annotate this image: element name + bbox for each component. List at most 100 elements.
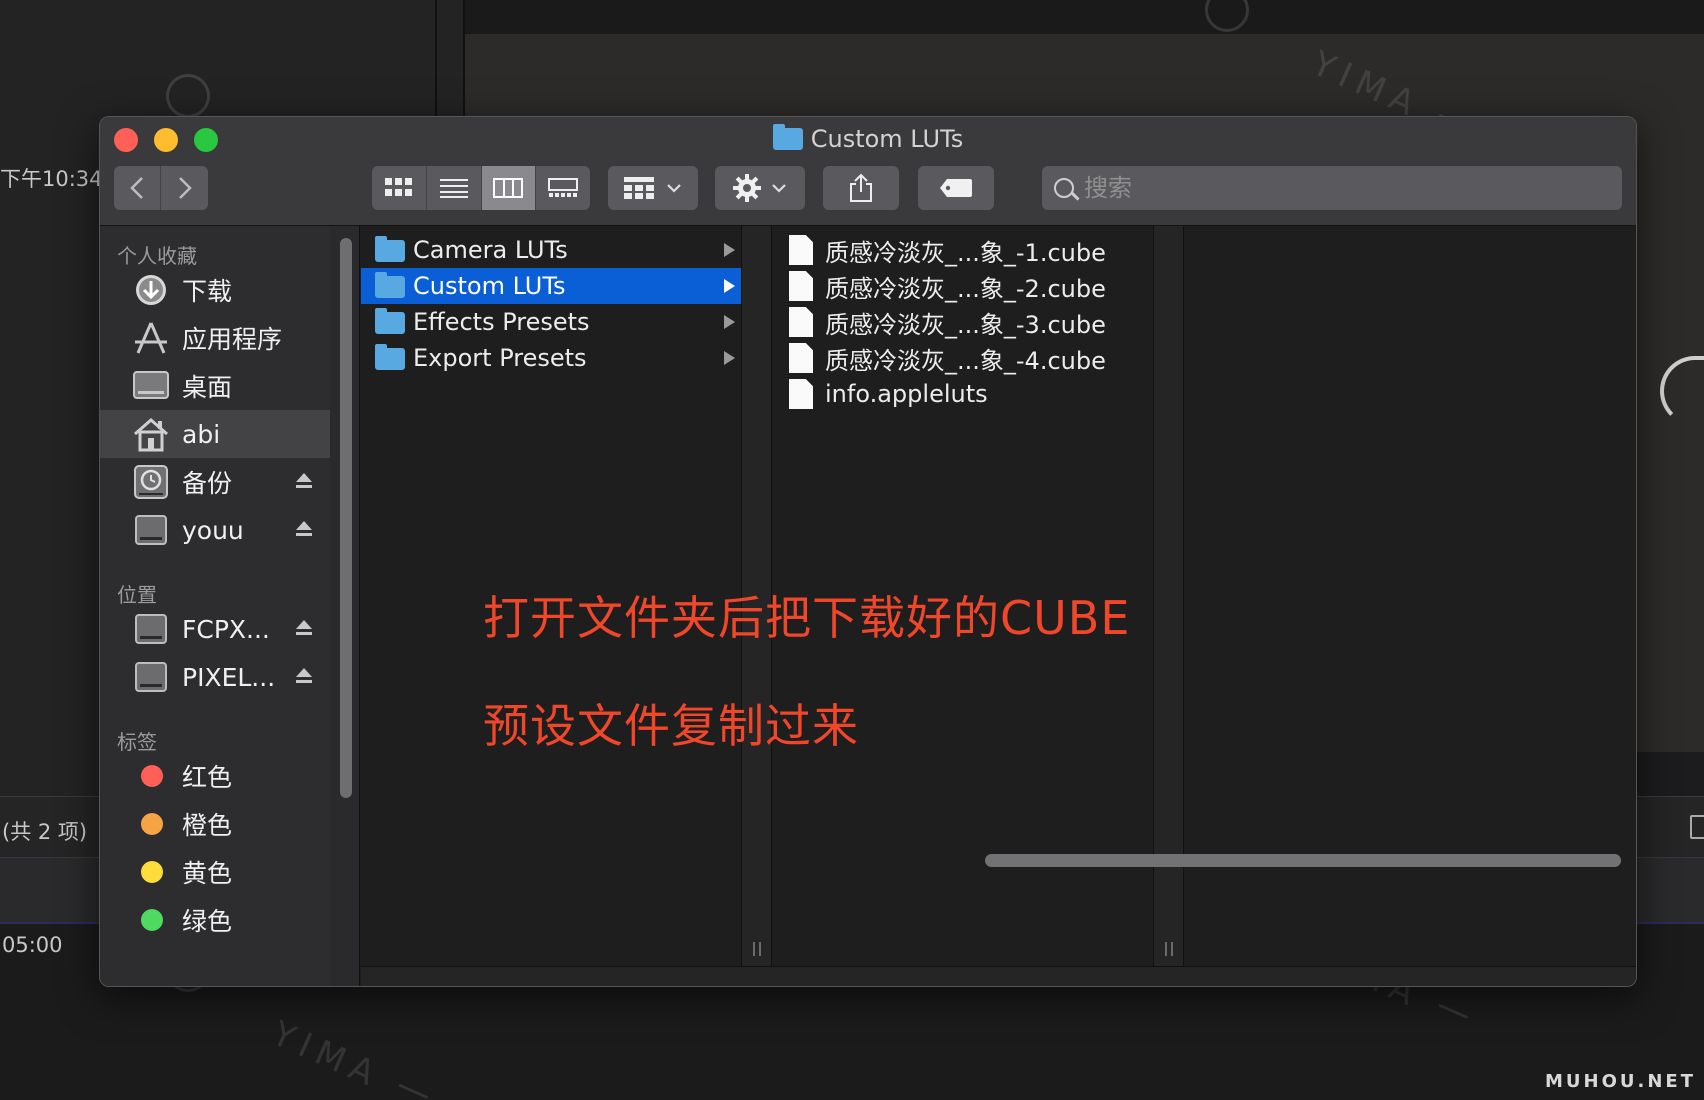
- file-icon: [789, 307, 813, 337]
- window-title: Custom LUTs: [100, 124, 1636, 153]
- list-icon: [439, 179, 468, 198]
- gallery-icon: [548, 178, 579, 197]
- action-button[interactable]: [715, 166, 805, 210]
- folder-row-custom-luts[interactable]: Custom LUTs: [361, 268, 741, 304]
- home-icon: [133, 416, 169, 452]
- site-watermark: MUHOU.NET: [1545, 1071, 1696, 1092]
- window-title-text: Custom LUTs: [810, 125, 964, 153]
- file-row[interactable]: 质感冷淡灰_...象_-1.cube: [773, 232, 1153, 268]
- disk-icon: [133, 659, 169, 695]
- search-field[interactable]: [1042, 166, 1622, 210]
- sidebar-item-label: PIXEL...: [182, 662, 276, 692]
- file-name: 质感冷淡灰_...象_-2.cube: [825, 274, 1106, 303]
- folder-icon: [375, 308, 405, 334]
- sidebar-section-tags: 标签: [117, 730, 157, 754]
- disclosure-arrow-icon: [724, 279, 735, 293]
- watermark-seal-icon: [166, 74, 210, 118]
- disk-icon: [133, 611, 169, 647]
- nav-buttons: [114, 166, 208, 210]
- chevron-down-icon: [667, 184, 681, 193]
- chevron-right-icon: [178, 177, 192, 199]
- sidebar-item-backup[interactable]: 备份: [100, 458, 330, 506]
- sidebar-item-fcpx-disk[interactable]: FCPX...: [100, 605, 330, 653]
- file-row[interactable]: 质感冷淡灰_...象_-2.cube: [773, 268, 1153, 304]
- folder-row-export-presets[interactable]: Export Presets: [361, 340, 741, 376]
- file-row[interactable]: 质感冷淡灰_...象_-3.cube: [773, 304, 1153, 340]
- back-button[interactable]: [114, 166, 161, 210]
- eject-icon[interactable]: [295, 620, 313, 638]
- download-icon: [133, 272, 169, 308]
- view-mode-control: [372, 166, 590, 210]
- column-view-button[interactable]: [481, 166, 537, 210]
- sidebar-item-label: abi: [182, 419, 221, 449]
- folder-icon: [375, 272, 405, 298]
- eject-icon[interactable]: [295, 668, 313, 686]
- column-resize-handle[interactable]: [1165, 942, 1173, 956]
- eject-icon[interactable]: [295, 473, 313, 491]
- background-timecode: 05:00: [2, 933, 63, 957]
- group-button[interactable]: [608, 166, 698, 210]
- forward-button[interactable]: [161, 166, 208, 210]
- file-icon: [789, 235, 813, 265]
- sidebar-item-downloads[interactable]: 下载: [100, 266, 330, 314]
- time-machine-icon: [133, 464, 169, 500]
- sidebar-section-favorites: 个人收藏: [117, 244, 197, 268]
- file-row[interactable]: 质感冷淡灰_...象_-4.cube: [773, 340, 1153, 376]
- folder-icon: [375, 236, 405, 262]
- list-view-button[interactable]: [427, 166, 482, 210]
- sidebar-item-desktop[interactable]: 桌面: [100, 362, 330, 410]
- background-divider: [435, 0, 437, 116]
- tag-red-dot-icon: [141, 765, 163, 787]
- sidebar-item-tag-yellow[interactable]: 黄色: [100, 848, 330, 896]
- column-resize-handle[interactable]: [753, 942, 761, 956]
- applications-icon: [133, 320, 169, 356]
- tag-orange-dot-icon: [141, 813, 163, 835]
- background-top-bar: [465, 0, 1704, 34]
- sidebar-item-label: 下载: [182, 277, 233, 306]
- sidebar-item-label: 桌面: [182, 373, 233, 402]
- edit-tags-button[interactable]: [918, 166, 994, 210]
- sidebar-item-tag-green[interactable]: 绿色: [100, 896, 330, 944]
- search-input[interactable]: [1084, 174, 1604, 202]
- sidebar-item-label: 应用程序: [182, 325, 283, 354]
- file-name: 质感冷淡灰_...象_-4.cube: [825, 346, 1106, 375]
- eject-icon[interactable]: [295, 521, 313, 539]
- sidebar: 个人收藏 下载 应用程序 桌面 abi 备份 youu 位置 FCPX... P…: [100, 226, 330, 986]
- sidebar-item-label: 橙色: [182, 811, 233, 840]
- gallery-view-button[interactable]: [536, 166, 590, 210]
- sidebar-item-tag-orange[interactable]: 橙色: [100, 800, 330, 848]
- sidebar-item-applications[interactable]: 应用程序: [100, 314, 330, 362]
- sidebar-section-locations: 位置: [117, 583, 157, 607]
- folder-icon: [772, 124, 803, 150]
- share-icon: [850, 173, 872, 202]
- sidebar-scrollbar[interactable]: [340, 238, 352, 798]
- sidebar-item-pixel-disk[interactable]: PIXEL...: [100, 653, 330, 701]
- folder-row-effects-presets[interactable]: Effects Presets: [361, 304, 741, 340]
- share-button[interactable]: [823, 166, 899, 210]
- gear-icon: [733, 174, 761, 202]
- disclosure-arrow-icon: [724, 243, 735, 257]
- sidebar-item-label: 绿色: [182, 907, 233, 936]
- folder-name: Effects Presets: [413, 308, 590, 336]
- sidebar-item-tag-red[interactable]: 红色: [100, 752, 330, 800]
- disclosure-arrow-icon: [724, 351, 735, 365]
- file-row[interactable]: info.appleluts: [773, 376, 1153, 412]
- search-icon: [1054, 178, 1074, 198]
- folder-row-camera-luts[interactable]: Camera LUTs: [361, 232, 741, 268]
- disclosure-arrow-icon: [724, 315, 735, 329]
- sidebar-item-home[interactable]: abi: [100, 410, 330, 458]
- horizontal-scrollbar[interactable]: [985, 854, 1621, 867]
- folder-name: Custom LUTs: [413, 272, 566, 300]
- chevron-down-icon: [772, 184, 786, 193]
- icon-view-button[interactable]: [372, 166, 427, 210]
- file-name: info.appleluts: [825, 380, 988, 408]
- chevron-left-icon: [130, 177, 143, 199]
- disk-icon: [133, 512, 169, 548]
- folder-icon: [375, 344, 405, 370]
- folder-name: Export Presets: [413, 344, 587, 372]
- title-bar: Custom LUTs: [100, 117, 1636, 226]
- background-time-text: 下午10:34: [0, 167, 103, 191]
- sidebar-item-label: 备份: [182, 469, 233, 498]
- tag-icon: [940, 179, 972, 197]
- sidebar-item-youu[interactable]: youu: [100, 506, 330, 554]
